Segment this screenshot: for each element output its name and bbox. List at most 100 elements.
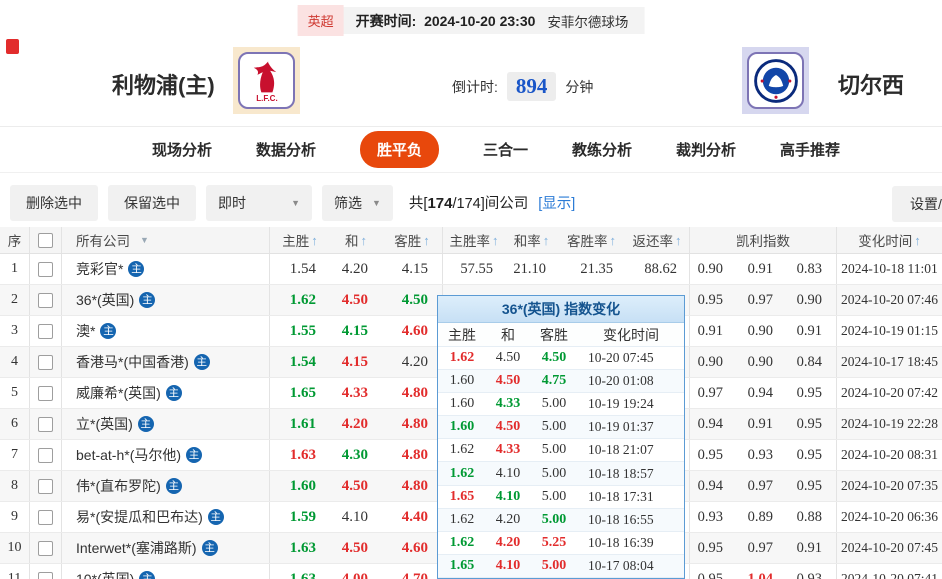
row-number: 1	[0, 254, 30, 284]
tab-win-draw-lose[interactable]: 胜平负	[360, 131, 439, 168]
row-checkbox[interactable]	[38, 541, 53, 556]
odds-mode-value: 即时	[218, 193, 246, 213]
countdown: 倒计时: 894 分钟	[452, 72, 593, 101]
popup-away-odds: 5.00	[530, 466, 578, 482]
row-checkbox[interactable]	[38, 262, 53, 277]
kelly-index: 0.97	[690, 378, 737, 408]
draw-odds: 4.30	[330, 440, 382, 470]
show-link[interactable]: [显示]	[538, 192, 575, 213]
company-name[interactable]: 竞彩官*	[76, 259, 123, 279]
popup-draw-odds: 4.20	[486, 535, 530, 551]
filter-dropdown[interactable]: 筛选 ▼	[322, 185, 393, 221]
popup-change-time: 10-18 16:55	[578, 512, 684, 528]
kelly-index: 0.91	[737, 254, 787, 284]
company-cell[interactable]: 伟*(直布罗陀)主	[62, 471, 270, 501]
kelly-index: 0.95	[787, 378, 837, 408]
popup-away-odds: 5.00	[530, 489, 578, 505]
away-odds: 4.80	[382, 471, 443, 501]
change-time: 2024-10-19 22:28	[837, 409, 942, 439]
kelly-index: 0.93	[737, 440, 787, 470]
company-cell[interactable]: 36*(英国)主	[62, 285, 270, 315]
row-checkbox[interactable]	[38, 510, 53, 525]
row-select-cell	[30, 564, 62, 579]
tab-live-analysis[interactable]: 现场分析	[152, 139, 212, 160]
row-checkbox[interactable]	[38, 355, 53, 370]
tab-data-analysis[interactable]: 数据分析	[256, 139, 316, 160]
company-name[interactable]: 36*(英国)	[76, 290, 134, 310]
tab-three-in-one[interactable]: 三合一	[483, 139, 528, 160]
sort-return-rate[interactable]: 返还率↑	[625, 227, 690, 253]
kelly-index: 0.95	[690, 533, 737, 563]
company-name[interactable]: 易*(安提瓜和巴布达)	[76, 507, 203, 527]
company-cell[interactable]: 香港马*(中国香港)主	[62, 347, 270, 377]
kelly-index: 0.95	[690, 564, 737, 579]
row-select-cell	[30, 471, 62, 501]
sort-away-rate[interactable]: 客胜率↑	[558, 227, 625, 253]
select-all-checkbox[interactable]	[38, 233, 53, 248]
row-checkbox[interactable]	[38, 479, 53, 494]
kelly-index: 0.95	[787, 440, 837, 470]
draw-odds: 4.10	[330, 502, 382, 532]
sort-draw-odds[interactable]: 和↑	[330, 227, 382, 253]
row-checkbox[interactable]	[38, 448, 53, 463]
sort-draw-rate[interactable]: 和率↑	[505, 227, 558, 253]
header-company[interactable]: 所有公司▼	[62, 227, 270, 253]
odds-mode-dropdown[interactable]: 即时 ▼	[206, 185, 312, 221]
row-select-cell	[30, 533, 62, 563]
company-name[interactable]: 澳*	[76, 321, 95, 341]
company-cell[interactable]: 竞彩官*主	[62, 254, 270, 284]
kelly-index: 0.94	[690, 409, 737, 439]
company-name[interactable]: 10*(英国)	[76, 569, 134, 579]
company-cell[interactable]: 立*(英国)主	[62, 409, 270, 439]
tab-expert-picks[interactable]: 高手推荐	[780, 139, 840, 160]
company-name[interactable]: 立*(英国)	[76, 414, 133, 434]
company-cell[interactable]: 10*(英国) 主	[62, 564, 270, 579]
company-name[interactable]: Interwet*(塞浦路斯)	[76, 538, 197, 558]
row-select-cell	[30, 409, 62, 439]
tab-referee-analysis[interactable]: 裁判分析	[676, 139, 736, 160]
company-name[interactable]: 威廉希*(英国)	[76, 383, 161, 403]
home-page-badge-icon: 主	[139, 571, 155, 579]
kelly-index: 0.93	[787, 564, 837, 579]
company-name[interactable]: bet-at-h*(马尔他)	[76, 445, 181, 465]
kelly-index: 0.97	[737, 533, 787, 563]
kelly-index: 0.91	[787, 316, 837, 346]
sort-away-odds[interactable]: 客胜↑	[382, 227, 443, 253]
change-time: 2024-10-20 07:45	[837, 533, 942, 563]
row-select-cell	[30, 316, 62, 346]
company-cell[interactable]: Interwet*(塞浦路斯)主	[62, 533, 270, 563]
company-cell[interactable]: 易*(安提瓜和巴布达)主	[62, 502, 270, 532]
draw-odds: 4.50	[330, 533, 382, 563]
row-checkbox[interactable]	[38, 293, 53, 308]
draw-odds: 4.50	[330, 285, 382, 315]
row-checkbox[interactable]	[38, 324, 53, 339]
sort-up-icon: ↑	[675, 233, 682, 248]
tab-coach-analysis[interactable]: 教练分析	[572, 139, 632, 160]
row-checkbox[interactable]	[38, 417, 53, 432]
company-name[interactable]: 香港马*(中国香港)	[76, 352, 189, 372]
popup-history-row: 1.604.335.0010-19 19:24	[438, 393, 684, 416]
kickoff-label: 开赛时间:	[356, 13, 417, 29]
row-checkbox[interactable]	[38, 572, 53, 579]
keep-selected-button[interactable]: 保留选中	[108, 185, 196, 221]
sort-up-icon: ↑	[543, 233, 550, 248]
popup-away-odds: 5.00	[530, 442, 578, 458]
company-cell[interactable]: 澳*主	[62, 316, 270, 346]
company-count: 共[174/174]间公司	[409, 192, 528, 213]
popup-history-row: 1.624.205.2510-18 16:39	[438, 532, 684, 555]
delete-selected-button[interactable]: 删除选中	[10, 185, 98, 221]
home-team-logo: L.F.C.	[233, 47, 300, 114]
kelly-index: 0.88	[787, 502, 837, 532]
sort-home-odds[interactable]: 主胜↑	[270, 227, 330, 253]
popup-history-row: 1.624.105.0010-18 18:57	[438, 462, 684, 485]
popup-change-time: 10-20 01:08	[578, 373, 684, 389]
company-cell[interactable]: 威廉希*(英国)主	[62, 378, 270, 408]
row-checkbox[interactable]	[38, 386, 53, 401]
sort-home-rate[interactable]: 主胜率↑	[443, 227, 505, 253]
home-odds: 1.61	[270, 409, 330, 439]
sort-change-time[interactable]: 变化时间↑	[837, 227, 942, 253]
company-name[interactable]: 伟*(直布罗陀)	[76, 476, 161, 496]
kelly-index: 0.95	[787, 471, 837, 501]
settings-button[interactable]: 设置/选择	[892, 186, 942, 222]
company-cell[interactable]: bet-at-h*(马尔他)主	[62, 440, 270, 470]
